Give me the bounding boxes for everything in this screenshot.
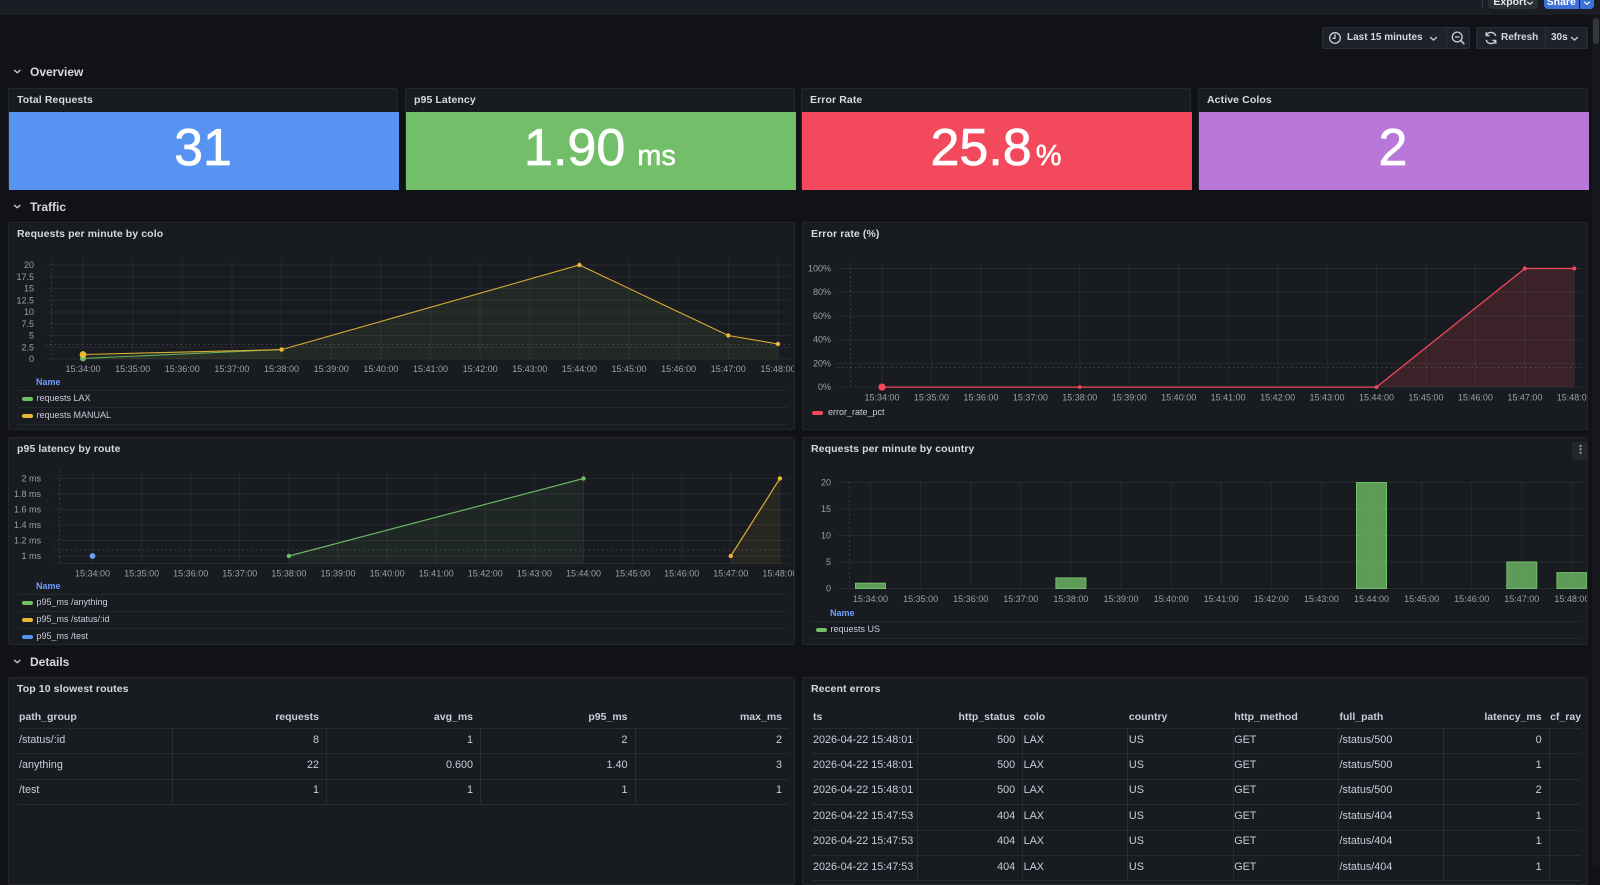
svg-text:15:40:00: 15:40:00 [363,364,398,374]
svg-text:15:37:00: 15:37:00 [1003,594,1038,604]
svg-text:15:37:00: 15:37:00 [214,364,249,374]
svg-text:15:41:00: 15:41:00 [1204,594,1239,604]
svg-text:15:42:00: 15:42:00 [1260,393,1295,403]
svg-text:1.2 ms: 1.2 ms [14,536,42,546]
svg-text:5: 5 [29,331,34,341]
svg-text:1.4 ms: 1.4 ms [14,520,42,530]
svg-text:2.5: 2.5 [21,342,34,352]
svg-text:60%: 60% [813,311,831,321]
svg-text:15:40:00: 15:40:00 [370,569,405,579]
svg-text:15:44:00: 15:44:00 [1354,594,1389,604]
svg-text:15:46:00: 15:46:00 [664,569,699,579]
svg-text:15:42:00: 15:42:00 [463,364,498,374]
svg-text:15:35:00: 15:35:00 [903,594,938,604]
svg-text:15:38:00: 15:38:00 [1053,594,1088,604]
svg-text:15:48:00: 15:48:00 [1557,393,1588,403]
svg-text:15:35:00: 15:35:00 [124,569,159,579]
svg-text:15:36:00: 15:36:00 [953,594,988,604]
svg-text:15:45:00: 15:45:00 [615,569,650,579]
svg-text:15:47:00: 15:47:00 [711,364,746,374]
svg-text:0%: 0% [818,382,831,392]
svg-text:15:34:00: 15:34:00 [853,594,888,604]
svg-text:15:44:00: 15:44:00 [566,569,601,579]
svg-text:15:38:00: 15:38:00 [264,364,299,374]
svg-text:1.8 ms: 1.8 ms [14,489,42,499]
svg-text:15:46:00: 15:46:00 [661,364,696,374]
svg-text:10: 10 [24,307,34,317]
svg-text:12.5: 12.5 [16,295,34,305]
svg-text:15:43:00: 15:43:00 [517,569,552,579]
svg-text:15:40:00: 15:40:00 [1154,594,1189,604]
svg-text:15:37:00: 15:37:00 [1013,393,1048,403]
svg-text:15:36:00: 15:36:00 [173,569,208,579]
svg-text:15:39:00: 15:39:00 [1103,594,1138,604]
svg-text:15: 15 [24,284,34,294]
svg-text:15:43:00: 15:43:00 [1304,594,1339,604]
svg-text:15:39:00: 15:39:00 [320,569,355,579]
svg-text:17.5: 17.5 [16,272,34,282]
svg-text:15:39:00: 15:39:00 [1112,393,1147,403]
svg-text:15:47:00: 15:47:00 [713,569,748,579]
svg-text:15:43:00: 15:43:00 [1310,393,1345,403]
svg-text:15:47:00: 15:47:00 [1507,393,1542,403]
svg-text:15:38:00: 15:38:00 [1062,393,1097,403]
svg-text:15:37:00: 15:37:00 [222,569,257,579]
svg-text:15:48:00: 15:48:00 [1554,594,1588,604]
svg-text:0: 0 [826,584,831,594]
svg-text:15:38:00: 15:38:00 [271,569,306,579]
svg-text:20%: 20% [813,358,831,368]
svg-text:40%: 40% [813,335,831,345]
svg-text:1.6 ms: 1.6 ms [14,505,42,515]
svg-text:20: 20 [821,478,831,488]
svg-text:0: 0 [29,354,34,364]
svg-text:15:41:00: 15:41:00 [1211,393,1246,403]
svg-text:15:40:00: 15:40:00 [1161,393,1196,403]
svg-text:15:45:00: 15:45:00 [1404,594,1439,604]
svg-text:15:47:00: 15:47:00 [1504,594,1539,604]
svg-text:15:41:00: 15:41:00 [419,569,454,579]
svg-text:5: 5 [826,557,831,567]
svg-text:20: 20 [24,260,34,270]
svg-text:15:46:00: 15:46:00 [1458,393,1493,403]
svg-text:100%: 100% [808,264,831,274]
svg-text:15:45:00: 15:45:00 [612,364,647,374]
svg-text:15:36:00: 15:36:00 [963,393,998,403]
svg-text:15:41:00: 15:41:00 [413,364,448,374]
svg-text:15:42:00: 15:42:00 [1254,594,1289,604]
svg-text:2 ms: 2 ms [21,474,41,484]
svg-text:15:42:00: 15:42:00 [468,569,503,579]
svg-text:15:34:00: 15:34:00 [864,393,899,403]
svg-text:15:34:00: 15:34:00 [65,364,100,374]
svg-text:15:36:00: 15:36:00 [165,364,200,374]
svg-text:15:46:00: 15:46:00 [1454,594,1489,604]
svg-text:15:48:00: 15:48:00 [762,569,795,579]
svg-text:15:44:00: 15:44:00 [562,364,597,374]
svg-text:15:43:00: 15:43:00 [512,364,547,374]
svg-text:1 ms: 1 ms [21,551,41,561]
svg-text:15:48:00: 15:48:00 [760,364,795,374]
svg-text:15:39:00: 15:39:00 [314,364,349,374]
svg-text:15: 15 [821,504,831,514]
svg-text:15:34:00: 15:34:00 [75,569,110,579]
svg-text:7.5: 7.5 [21,319,34,329]
svg-text:80%: 80% [813,287,831,297]
svg-text:15:35:00: 15:35:00 [914,393,949,403]
svg-text:15:35:00: 15:35:00 [115,364,150,374]
svg-text:15:45:00: 15:45:00 [1408,393,1443,403]
svg-text:10: 10 [821,531,831,541]
svg-text:15:44:00: 15:44:00 [1359,393,1394,403]
